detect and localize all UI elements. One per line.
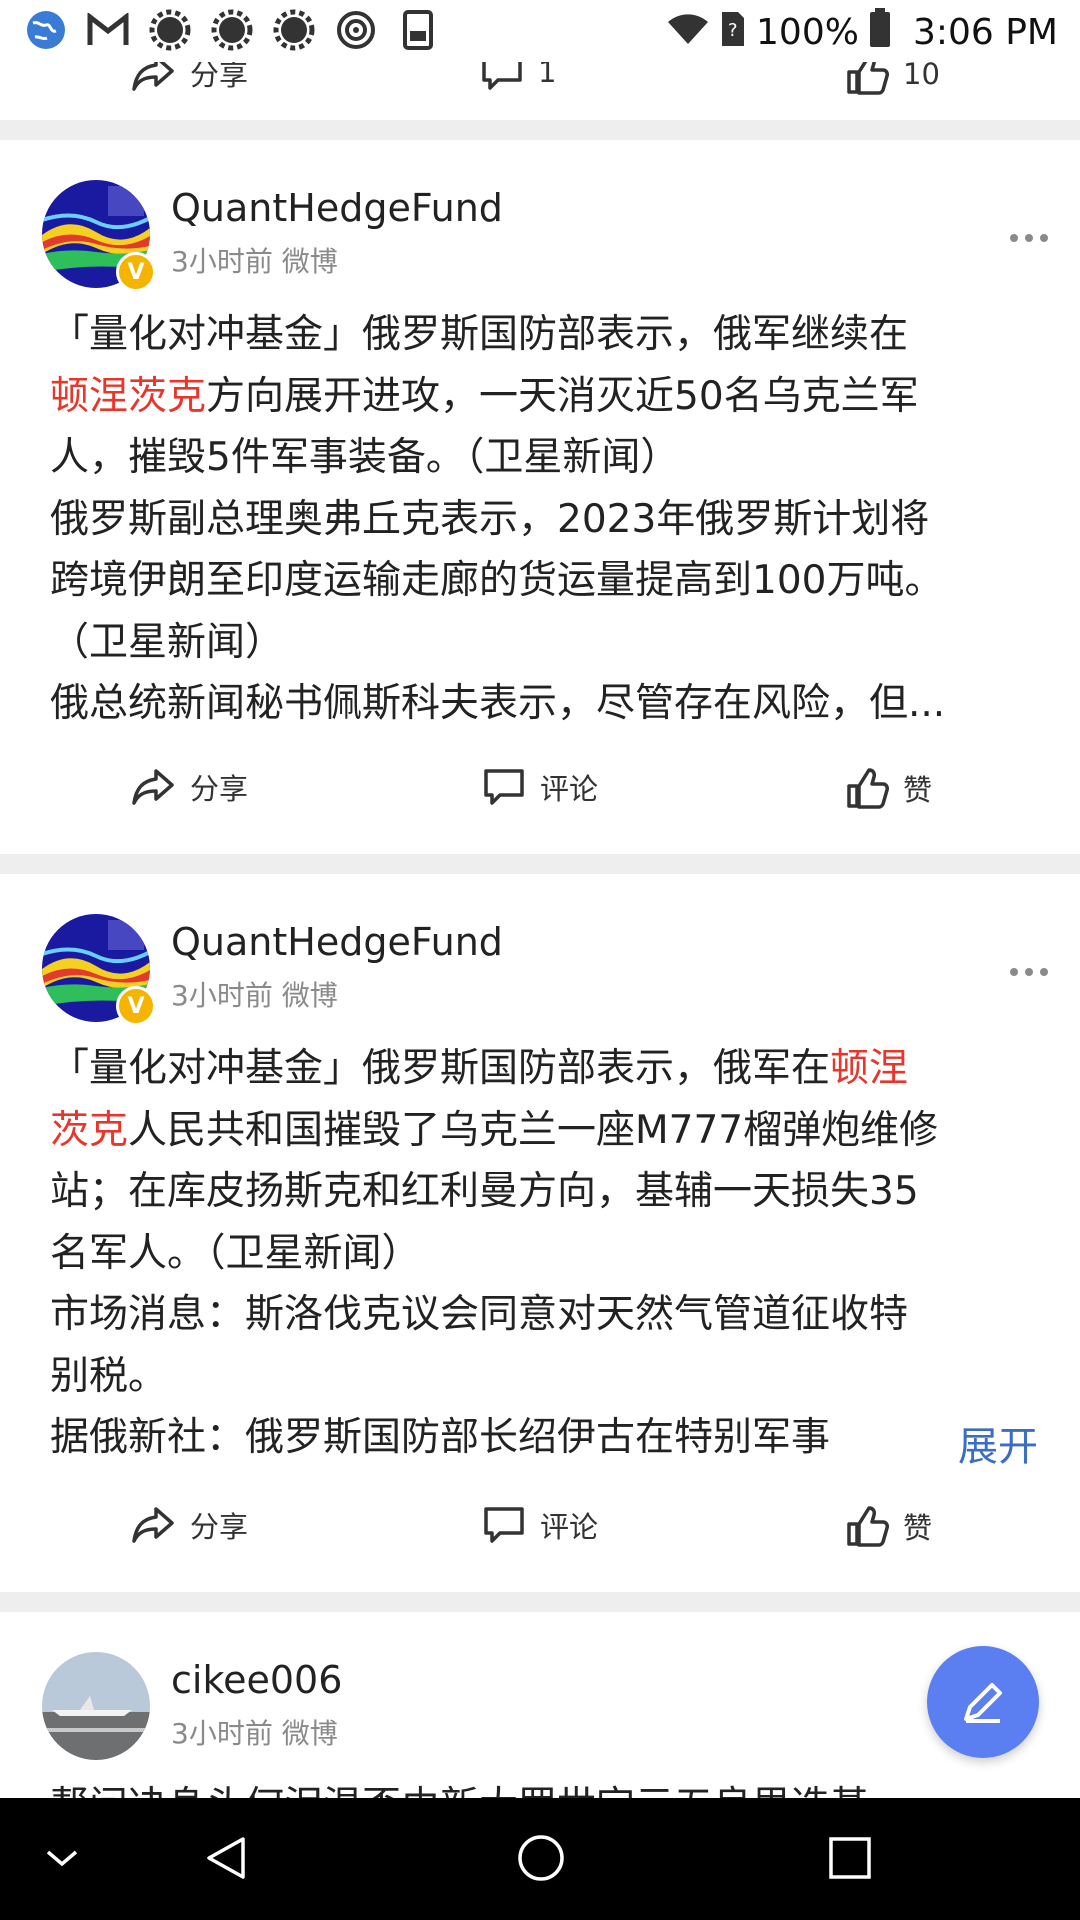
like-button[interactable]: 赞 [845, 1504, 932, 1548]
share-button[interactable]: 分享 [130, 1504, 248, 1546]
compose-button[interactable] [927, 1646, 1039, 1758]
share-icon [132, 1507, 174, 1543]
gear-icon [148, 8, 192, 52]
gear-icon [272, 8, 316, 52]
back-icon[interactable] [196, 1828, 256, 1888]
share-button[interactable]: 分享 [130, 62, 248, 94]
feed-divider [0, 120, 1080, 140]
weibo-post: V QuantHedgeFund 3小时前 微博 「量化对冲基金」俄罗斯国防部表… [0, 874, 1080, 1592]
more-options-icon[interactable] [1010, 228, 1050, 248]
previous-post-actions: 分享 1 10 [0, 62, 1080, 120]
post-text-line: 「量化对冲基金」俄罗斯国防部表示，俄军继续在 [50, 312, 909, 357]
avatar[interactable] [42, 1652, 150, 1760]
weibo-post: cikee006 3小时前 微博 帮问决身头何泪温否由新大罗世定元五良思选基 [0, 1612, 1080, 1798]
gmail-icon [86, 8, 130, 52]
like-label: 赞 [903, 1511, 933, 1545]
share-icon [132, 769, 174, 805]
post-text-line: 茨克人民共和国摧毁了乌克兰一座M777榴弹炮维修 [50, 1107, 939, 1153]
gear-icon [210, 8, 254, 52]
pencil-icon [964, 1683, 1002, 1723]
post-text-line: 别税。 [50, 1353, 168, 1399]
hashtag-link[interactable]: 顿涅茨克 [50, 374, 206, 419]
comment-label: 评论 [540, 772, 599, 806]
share-label: 分享 [190, 1510, 249, 1544]
feed-divider [0, 854, 1080, 874]
post-text-line: 顿涅茨克方向展开进攻，一天消灭近50名乌克兰军 [50, 373, 919, 419]
expand-link[interactable]: 展开 [868, 1414, 1038, 1472]
post-text-line: 俄总统新闻秘书佩斯科夫表示，尽管存在风险，但... [50, 681, 946, 726]
share-label: 分享 [190, 772, 249, 806]
comment-label: 评论 [540, 1510, 599, 1544]
comment-button[interactable]: 评论 [482, 766, 598, 808]
reader-icon [396, 8, 440, 52]
comment-icon [484, 769, 524, 805]
post-actions: 分享 评论 赞 [0, 766, 1080, 826]
post-text-line: 站；在库皮扬斯克和红利曼方向，基辅一天损失35 [50, 1169, 919, 1214]
post-text-line: 「量化对冲基金」俄罗斯国防部表示，俄军在顿涅 [50, 1046, 909, 1091]
wifi-icon [666, 10, 710, 55]
clock: 3:06 PM [912, 12, 1058, 53]
target-icon [334, 8, 378, 52]
post-meta: 3小时前 微博 [171, 245, 338, 278]
post-meta: 3小时前 微博 [171, 1717, 338, 1750]
post-meta: 3小时前 微博 [171, 979, 338, 1012]
verified-badge: V [116, 986, 156, 1026]
more-options-icon[interactable] [1010, 962, 1050, 982]
verified-badge: V [116, 252, 156, 292]
globe-icon [24, 8, 68, 52]
comment-button[interactable]: 1 [480, 62, 556, 92]
home-icon[interactable] [511, 1828, 571, 1888]
post-text-line: （卫星新闻） [50, 619, 285, 665]
post-text-line: 名军人。（卫星新闻） [50, 1230, 421, 1276]
battery-percent: 100% [756, 12, 859, 53]
navigation-bar [0, 1798, 1080, 1920]
svg-text:?: ? [728, 20, 738, 41]
weibo-post: V QuantHedgeFund 3小时前 微博 「量化对冲基金」俄罗斯国防部表… [0, 140, 1080, 854]
comment-button[interactable]: 评论 [482, 1504, 598, 1546]
post-text-line: 俄罗斯副总理奥弗丘克表示，2023年俄罗斯计划将 [50, 496, 930, 542]
comment-icon [484, 1507, 524, 1543]
post-text-line: 人，摧毁5件军事装备。（卫星新闻） [50, 435, 680, 480]
feed-divider [0, 1592, 1080, 1612]
share-button[interactable]: 分享 [130, 766, 248, 808]
like-button[interactable]: 赞 [845, 766, 932, 810]
post-text-line: 跨境伊朗至印度运输走廊的货运量提高到100万吨。 [50, 558, 944, 603]
post-text[interactable]: 「量化对冲基金」俄罗斯国防部表示，俄军继续在 顿涅茨克方向展开进攻，一天消灭近5… [50, 304, 1040, 735]
post-text[interactable]: 帮问决身头何泪温否由新大罗世定元五良思选基 [50, 1776, 1040, 1798]
post-text-line: 帮问决身头何泪温否由新大罗世定元五良思选基 [50, 1776, 1040, 1798]
recents-icon[interactable] [820, 1828, 880, 1888]
like-label: 赞 [903, 773, 933, 807]
post-username[interactable]: QuantHedgeFund [171, 920, 503, 964]
like-icon [847, 768, 889, 809]
post-username[interactable]: QuantHedgeFund [171, 186, 503, 230]
post-username[interactable]: cikee006 [171, 1658, 342, 1702]
post-actions: 分享 评论 赞 [0, 1504, 1080, 1564]
post-text-line: 市场消息：斯洛伐克议会同意对天然气管道征收特 [50, 1292, 909, 1337]
hashtag-link[interactable]: 顿涅 [830, 1046, 908, 1091]
sim-icon: ? [720, 8, 746, 57]
hashtag-link[interactable]: 茨克 [50, 1108, 128, 1153]
like-icon [847, 1506, 889, 1547]
status-bar: ? 100% 3:06 PM [0, 0, 1080, 62]
collapse-icon[interactable] [32, 1828, 92, 1888]
battery-icon [869, 8, 891, 57]
post-text[interactable]: 「量化对冲基金」俄罗斯国防部表示，俄军在顿涅 茨克人民共和国摧毁了乌克兰一座M7… [50, 1038, 1040, 1470]
like-button[interactable]: 10 [845, 62, 940, 96]
